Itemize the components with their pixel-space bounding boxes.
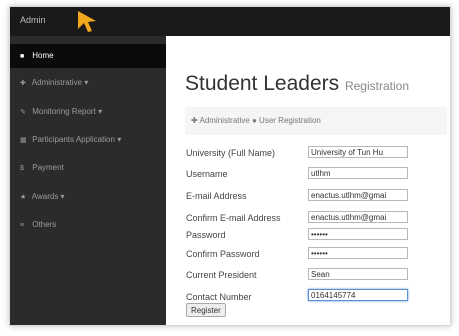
sidebar-item-home[interactable]: ■ Home	[10, 44, 166, 68]
caret-down-icon: ▾	[117, 135, 122, 144]
sidebar-item-administrative[interactable]: ✚ Administrative ▾	[10, 71, 166, 95]
field-label: Confirm Password	[186, 249, 260, 259]
field-label: Confirm E-mail Address	[186, 213, 281, 223]
sidebar-item-label: Home	[32, 51, 54, 60]
breadcrumb: ✚ Administrative ● User Registration	[185, 107, 447, 135]
caret-down-icon: ▾	[98, 107, 103, 116]
contact-number-input[interactable]: 0164145774	[308, 289, 408, 301]
page-title: Student Leaders Registration	[185, 72, 409, 96]
page-subtitle: Registration	[344, 79, 409, 93]
sidebar-item-label: Awards	[31, 192, 59, 201]
sidebar-item-label: Payment	[32, 163, 64, 172]
pencil-icon: ✎	[20, 109, 26, 116]
brand-label[interactable]: Admin	[20, 15, 46, 25]
sidebar-item-monitoring-report[interactable]: ✎ Monitoring Report ▾	[10, 100, 166, 124]
sidebar-item-label: Monitoring Report	[32, 107, 96, 116]
plus-icon: ✚	[191, 116, 198, 125]
sidebar-item-others[interactable]: ≡ Others	[10, 213, 166, 237]
field-label: Current President	[186, 270, 257, 280]
sidebar-item-participants-application[interactable]: ▦ Participants Application ▾	[10, 128, 166, 152]
sidebar-item-awards[interactable]: ★ Awards ▾	[10, 185, 166, 209]
caret-down-icon: ▾	[60, 192, 65, 201]
sidebar: ■ Home ✚ Administrative ▾ ✎ Monitoring R…	[10, 36, 166, 325]
user-icon: ●	[251, 116, 257, 125]
caret-down-icon: ▾	[84, 78, 89, 87]
field-label: Username	[186, 169, 228, 179]
breadcrumb-administrative[interactable]: Administrative	[199, 116, 249, 125]
grid-icon: ▦	[20, 137, 27, 144]
dollar-icon: $	[20, 165, 24, 172]
email-input[interactable]: enactus.utlhm@gmai	[308, 189, 408, 201]
home-icon: ■	[20, 53, 25, 60]
browser-frame: Admin ■ Home ✚ Administrative ▾ ✎ Monito…	[9, 6, 451, 326]
field-label: Password	[186, 230, 226, 240]
university-input[interactable]: University of Tun Hu	[308, 146, 408, 158]
password-input[interactable]: ••••••	[308, 228, 408, 240]
sidebar-item-label: Participants Application	[32, 135, 115, 144]
top-navbar: Admin	[10, 7, 450, 36]
sidebar-item-label: Others	[32, 220, 57, 229]
register-button[interactable]: Register	[186, 303, 226, 317]
field-label: University (Full Name)	[186, 148, 276, 158]
plus-icon: ✚	[20, 80, 26, 87]
trophy-icon: ★	[20, 194, 27, 201]
confirm-password-input[interactable]: ••••••	[308, 247, 408, 259]
mouse-cursor-icon	[78, 11, 96, 32]
list-icon: ≡	[20, 222, 25, 229]
main-content: Student Leaders Registration ✚ Administr…	[166, 36, 450, 325]
current-president-input[interactable]: Sean	[308, 268, 408, 280]
field-label: Contact Number	[186, 292, 252, 302]
username-input[interactable]: utlhm	[308, 167, 408, 179]
page-title-main: Student Leaders	[185, 72, 340, 95]
sidebar-item-label: Administrative	[31, 78, 83, 87]
field-label: E-mail Address	[186, 191, 247, 201]
confirm-email-input[interactable]: enactus.utlhm@gmai	[308, 211, 408, 223]
breadcrumb-user-registration: User Registration	[259, 116, 321, 125]
sidebar-item-payment[interactable]: $ Payment	[10, 156, 166, 180]
